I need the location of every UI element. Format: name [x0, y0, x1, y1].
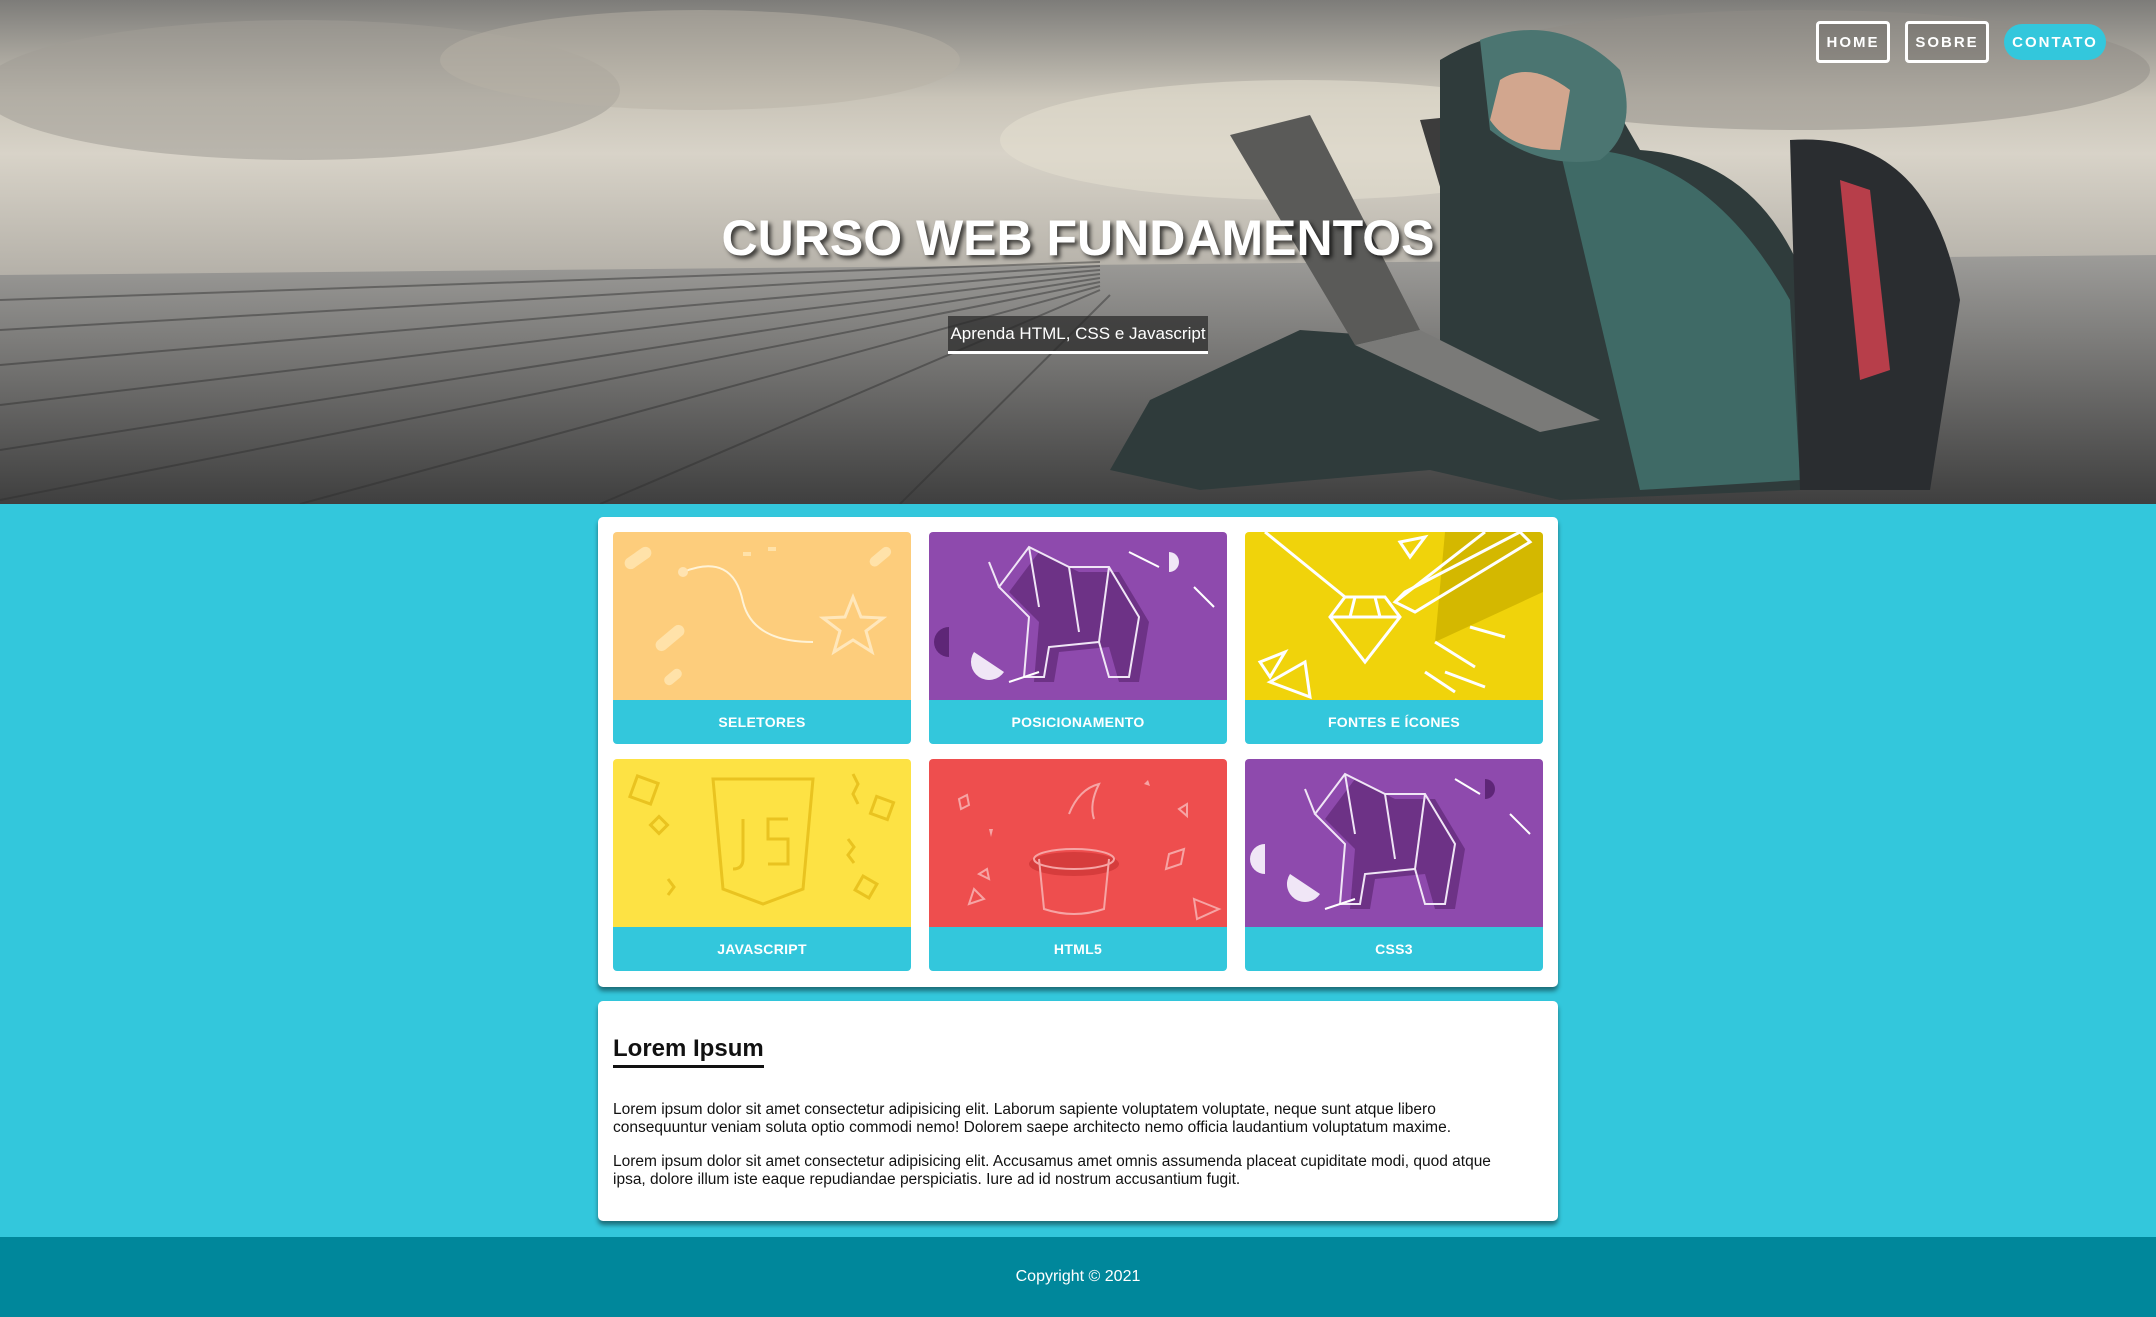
js-shield-illustration-icon: [613, 759, 911, 927]
seletores-illustration-icon: [613, 532, 911, 700]
course-card-seletores[interactable]: SELETORES: [613, 532, 911, 744]
course-card-fontes-e-icones[interactable]: FONTES E ÍCONES: [1245, 532, 1543, 744]
content-title: Lorem Ipsum: [613, 1035, 764, 1068]
elephant-illustration-icon: [1245, 759, 1543, 927]
magic-hat-illustration-icon: [929, 759, 1227, 927]
content-paragraph-1: Lorem ipsum dolor sit amet consectetur a…: [613, 1101, 1452, 1136]
courses-panel: SELETORES POSICIONAMENTO FONTES E ÍCONES…: [598, 517, 1558, 987]
content-paragraph-2: Lorem ipsum dolor sit amet consectetur a…: [613, 1153, 1491, 1188]
nav-contato-button[interactable]: CONTATO: [2004, 24, 2106, 60]
course-card-label: CSS3: [1245, 927, 1543, 971]
main-nav: HOME SOBRE CONTATO: [1816, 21, 2106, 63]
course-card-javascript[interactable]: JAVASCRIPT: [613, 759, 911, 971]
nav-home-button[interactable]: HOME: [1816, 21, 1890, 63]
course-card-label: HTML5: [929, 927, 1227, 971]
course-card-label: JAVASCRIPT: [613, 927, 911, 971]
course-card-label: FONTES E ÍCONES: [1245, 700, 1543, 744]
footer: Copyright © 2021: [0, 1237, 2156, 1317]
hero-subtitle: Aprenda HTML, CSS e Javascript: [948, 316, 1208, 354]
copyright-text: Copyright © 2021: [1015, 1268, 1141, 1285]
hero-banner: HOME SOBRE CONTATO CURSO WEB FUNDAMENTOS…: [0, 0, 2156, 504]
nav-sobre-button[interactable]: SOBRE: [1905, 21, 1989, 63]
course-card-posicionamento[interactable]: POSICIONAMENTO: [929, 532, 1227, 744]
content-panel: Lorem Ipsum Lorem ipsum dolor sit amet c…: [598, 1001, 1558, 1221]
course-card-label: POSICIONAMENTO: [929, 700, 1227, 744]
course-card-css3[interactable]: CSS3: [1245, 759, 1543, 971]
course-card-label: SELETORES: [613, 700, 911, 744]
elephant-illustration-icon: [929, 532, 1227, 700]
diamond-illustration-icon: [1245, 532, 1543, 700]
course-card-html5[interactable]: HTML5: [929, 759, 1227, 971]
hero-title: CURSO WEB FUNDAMENTOS: [721, 210, 1435, 266]
